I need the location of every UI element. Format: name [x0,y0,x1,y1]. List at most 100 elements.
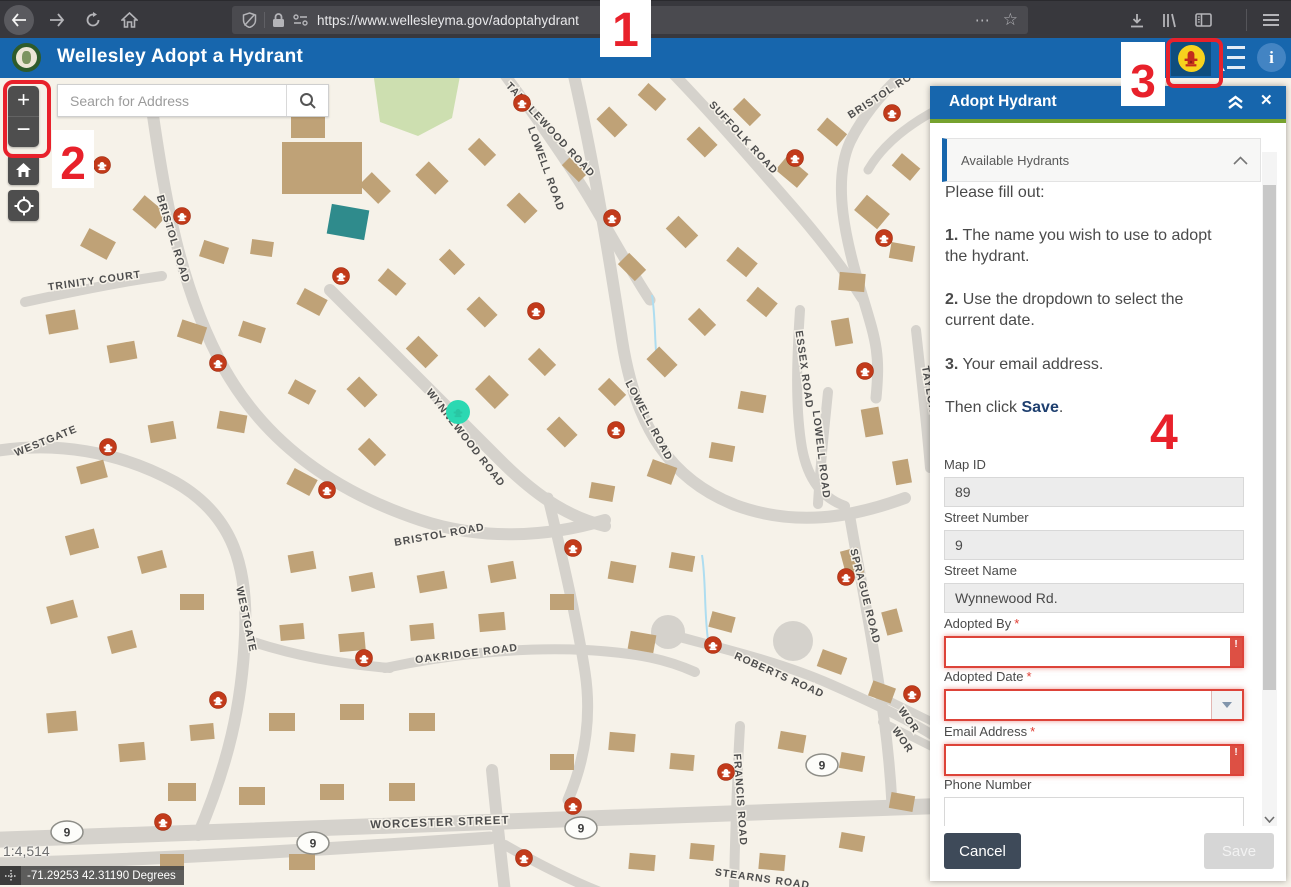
hydrant-marker[interactable] [787,150,804,167]
adopted-date-input[interactable] [946,691,1242,719]
hydrant-marker[interactable] [155,814,172,831]
hydrant-marker[interactable] [705,637,722,654]
scrollbar-thumb[interactable] [1263,185,1276,690]
hydrant-badge [1178,45,1205,72]
hydrant-marker[interactable] [838,569,855,586]
cancel-button[interactable]: Cancel [944,833,1021,869]
hydrant-marker[interactable] [319,482,336,499]
instruction-step-1: 1. The name you wish to use to adopt the… [945,225,1233,267]
app-window: TRINITY COURTBRISTOL ROADWESTGATEWESTGAT… [0,0,1291,887]
field-label: Street Name [944,563,1244,578]
validation-error-icon: ! [1230,638,1242,666]
panel-header: Adopt Hydrant ✕ [930,86,1286,119]
save-button[interactable]: Save [1204,833,1274,869]
hydrant-marker[interactable] [516,850,533,867]
library-button[interactable] [1156,5,1186,35]
hydrant-marker[interactable] [565,540,582,557]
route-shield: 9 [297,832,329,854]
search-input[interactable] [58,85,286,116]
annotation-3: 3 [1121,42,1165,106]
scroll-down-button[interactable] [1262,812,1277,826]
search-button[interactable] [286,85,328,116]
panel-scrollbar[interactable] [1262,152,1277,828]
forward-button[interactable] [42,5,72,35]
field-street-name: Street Name [944,563,1244,613]
locate-icon [14,196,34,216]
hydrant-marker[interactable] [565,798,582,815]
zoom-out-button[interactable]: − [8,117,39,147]
library-icon [1162,13,1180,28]
available-hydrants-section[interactable]: Available Hydrants [942,138,1261,182]
sidebars-button[interactable] [1188,5,1218,35]
adopted-date-wrapper [944,689,1244,721]
hydrant-marker[interactable] [333,268,350,285]
hydrant-marker[interactable] [100,439,117,456]
url-text[interactable]: https://www.wellesleyma.gov/adoptahydran… [317,13,579,28]
info-button[interactable]: i [1257,43,1286,72]
back-button[interactable] [4,5,34,35]
address-search [57,84,329,117]
legend-button[interactable] [1219,45,1249,71]
email-input[interactable] [946,746,1242,774]
hydrant-marker[interactable] [94,157,111,174]
hydrant-marker[interactable] [210,355,227,372]
required-asterisk: * [1030,724,1035,739]
hydrant-marker[interactable] [904,686,921,703]
tracking-protection-icon[interactable] [242,12,257,28]
field-street-number: Street Number [944,510,1244,560]
zoom-in-button[interactable]: + [8,86,39,117]
hydrant-marker[interactable] [514,95,531,112]
adopted-by-input[interactable] [946,638,1242,666]
hydrant-marker[interactable] [604,210,621,227]
search-icon [299,92,317,110]
field-label: Map ID [944,457,1244,472]
field-adopted-date: Adopted Date* [944,669,1244,721]
hydrant-marker[interactable] [210,692,227,709]
panel-footer: Cancel Save [930,826,1286,881]
page-actions-icon[interactable]: ⋯ [975,11,991,29]
hydrant-marker[interactable] [528,303,545,320]
map-id-input[interactable] [944,477,1244,507]
validation-error-icon: ! [1230,746,1242,774]
date-dropdown-button[interactable] [1211,691,1242,719]
adopt-hydrant-tool-button[interactable] [1171,41,1211,76]
selected-hydrant[interactable] [446,400,470,424]
hydrant-marker[interactable] [857,363,874,380]
crosshair-icon[interactable] [0,866,21,885]
close-panel-icon[interactable]: ✕ [1260,91,1273,109]
field-map-id: Map ID [944,457,1244,507]
required-asterisk: * [1027,669,1032,684]
instructions: Please fill out: 1. The name you wish to… [945,182,1233,440]
wellesley-seal-logo [12,43,41,72]
menu-button[interactable] [1256,5,1286,35]
permissions-icon[interactable] [293,14,308,26]
chevron-down-icon [1264,816,1275,823]
phone-number-input[interactable] [944,797,1244,827]
hydrant-marker[interactable] [356,650,373,667]
chevron-down-icon [1222,702,1232,708]
annotation-1: 1 [600,0,651,57]
hydrant-marker[interactable] [876,230,893,247]
street-name-input[interactable] [944,583,1244,613]
hydrant-marker[interactable] [608,422,625,439]
locate-button[interactable] [8,190,39,221]
svg-text:9: 9 [819,759,826,773]
app-title: Wellesley Adopt a Hydrant [57,46,303,68]
panel-title: Adopt Hydrant [949,93,1057,111]
hydrant-marker[interactable] [884,105,901,122]
bookmark-star-icon[interactable]: ☆ [1003,10,1018,30]
downloads-button[interactable] [1122,5,1152,35]
street-number-input[interactable] [944,530,1244,560]
hydrant-marker[interactable] [174,208,191,225]
hydrant-marker[interactable] [718,764,735,781]
lock-icon[interactable] [272,13,285,28]
home-extent-button[interactable] [8,154,39,185]
reload-button[interactable] [78,5,108,35]
collapse-panel-icon[interactable] [1227,94,1244,111]
field-label: Adopted By* [944,616,1244,631]
home-button[interactable] [114,5,144,35]
collapse-section-icon[interactable] [1233,156,1248,165]
field-phone-number: Phone Number [944,777,1244,827]
instructions-intro: Please fill out: [945,182,1233,203]
required-asterisk: * [1014,616,1019,631]
